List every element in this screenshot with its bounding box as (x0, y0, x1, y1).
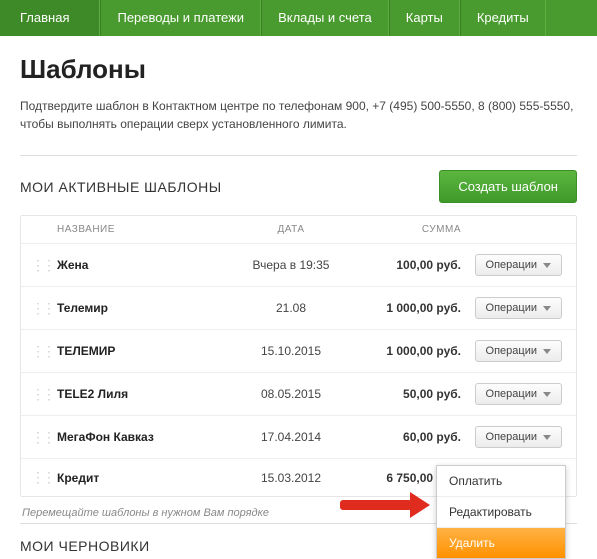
row-date: 15.10.2015 (231, 344, 351, 358)
create-template-button[interactable]: Создать шаблон (439, 170, 577, 203)
drag-handle-icon[interactable]: ⋮⋮ (31, 469, 51, 486)
dropdown-pay[interactable]: Оплатить (437, 466, 565, 497)
col-header-sum: СУММА (351, 224, 461, 235)
chevron-down-icon (543, 392, 551, 397)
operations-dropdown: Оплатить Редактировать Удалить (436, 465, 566, 559)
table-row: ⋮⋮ МегаФон Кавказ 17.04.2014 60,00 руб. … (21, 415, 576, 458)
row-sum: 100,00 руб. (351, 258, 461, 272)
operations-button[interactable]: Операции (475, 254, 562, 276)
row-date: 21.08 (231, 301, 351, 315)
row-name: Жена (51, 258, 231, 272)
operations-button[interactable]: Операции (475, 297, 562, 319)
page-title: Шаблоны (20, 54, 577, 85)
nav-credits[interactable]: Кредиты (460, 0, 546, 36)
table-row: ⋮⋮ ТЕЛЕМИР 15.10.2015 1 000,00 руб. Опер… (21, 329, 576, 372)
table-row: ⋮⋮ Телемир 21.08 1 000,00 руб. Операции (21, 286, 576, 329)
nav-transfers[interactable]: Переводы и платежи (100, 0, 261, 36)
chevron-down-icon (543, 306, 551, 311)
page-description: Подтвердите шаблон в Контактном центре п… (20, 97, 577, 133)
chevron-down-icon (543, 263, 551, 268)
drag-handle-icon[interactable]: ⋮⋮ (31, 386, 51, 403)
operations-button[interactable]: Операции (475, 340, 562, 362)
drag-handle-icon[interactable]: ⋮⋮ (31, 343, 51, 360)
table-row: ⋮⋮ TELE2 Лиля 08.05.2015 50,00 руб. Опер… (21, 372, 576, 415)
operations-button[interactable]: Операции (475, 383, 562, 405)
row-name: МегаФон Кавказ (51, 430, 231, 444)
nav-deposits[interactable]: Вклады и счета (261, 0, 389, 36)
row-name: Кредит (51, 471, 231, 485)
col-header-name: НАЗВАНИЕ (51, 224, 231, 235)
row-date: 15.03.2012 (231, 471, 351, 485)
table-row: ⋮⋮ Жена Вчера в 19:35 100,00 руб. Операц… (21, 243, 576, 286)
chevron-down-icon (543, 435, 551, 440)
operations-button[interactable]: Операции (475, 426, 562, 448)
table-row: ⋮⋮ Кредит 15.03.2012 6 750,00 руб. Оплат… (21, 458, 576, 496)
row-sum: 60,00 руб. (351, 430, 461, 444)
row-sum: 1 000,00 руб. (351, 301, 461, 315)
row-name: TELE2 Лиля (51, 387, 231, 401)
row-date: 17.04.2014 (231, 430, 351, 444)
section-title-active: МОИ АКТИВНЫЕ ШАБЛОНЫ (20, 179, 222, 195)
row-sum: 50,00 руб. (351, 387, 461, 401)
row-date: 08.05.2015 (231, 387, 351, 401)
nav-main[interactable]: Главная (0, 0, 100, 36)
dropdown-edit[interactable]: Редактировать (437, 497, 565, 528)
drag-handle-icon[interactable]: ⋮⋮ (31, 257, 51, 274)
row-sum: 1 000,00 руб. (351, 344, 461, 358)
drag-handle-icon[interactable]: ⋮⋮ (31, 429, 51, 446)
chevron-down-icon (543, 349, 551, 354)
dropdown-delete[interactable]: Удалить (437, 528, 565, 558)
row-name: Телемир (51, 301, 231, 315)
table-header: НАЗВАНИЕ ДАТА СУММА (21, 216, 576, 243)
row-name: ТЕЛЕМИР (51, 344, 231, 358)
row-date: Вчера в 19:35 (231, 258, 351, 272)
col-header-date: ДАТА (231, 224, 351, 235)
drag-handle-icon[interactable]: ⋮⋮ (31, 300, 51, 317)
main-nav: Главная Переводы и платежи Вклады и счет… (0, 0, 597, 36)
nav-cards[interactable]: Карты (389, 0, 460, 36)
templates-table: НАЗВАНИЕ ДАТА СУММА ⋮⋮ Жена Вчера в 19:3… (20, 215, 577, 497)
